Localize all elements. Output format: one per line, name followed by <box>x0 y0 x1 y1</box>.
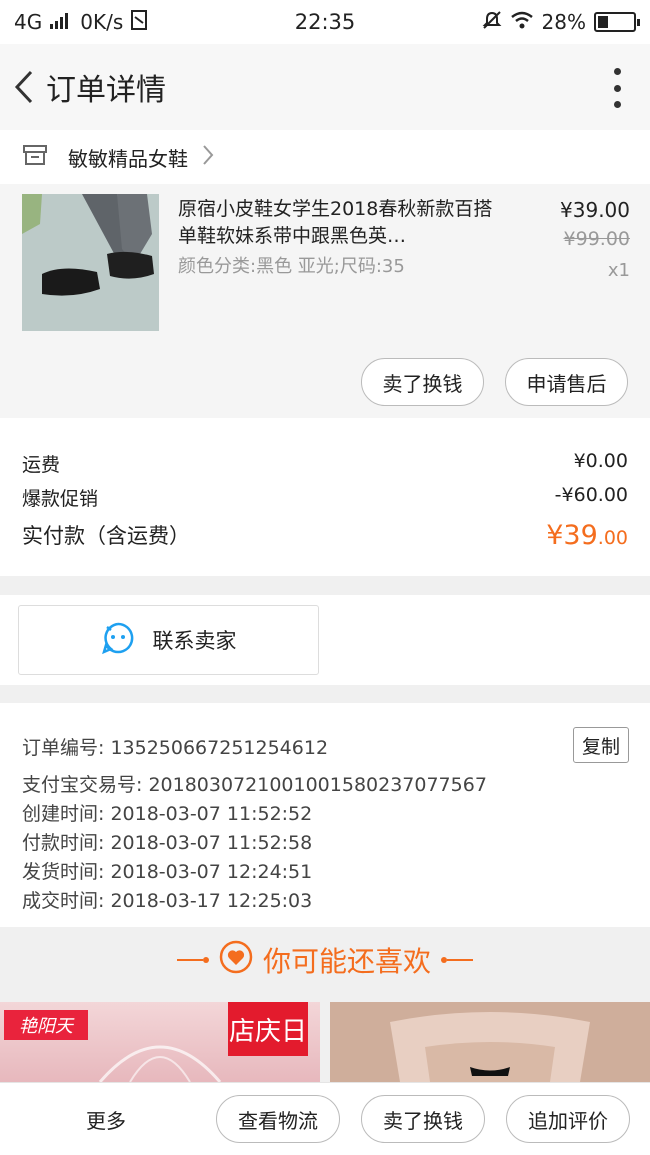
heart-icon <box>219 940 253 981</box>
network-indicator: 4G <box>14 10 43 34</box>
back-arrow-icon <box>14 70 33 104</box>
divider-right <box>441 957 473 963</box>
shop-row[interactable]: 敏敏精品女鞋 <box>0 130 650 184</box>
total-decimal: .00 <box>597 527 628 549</box>
more-link[interactable]: 更多 <box>86 1105 126 1134</box>
shipping-row: 运费 ¥0.00 <box>22 450 628 477</box>
alipay-trade-number: 支付宝交易号: 2018030721001001580237077567 <box>22 774 487 796</box>
battery-icon <box>594 12 640 32</box>
product-photo <box>330 1002 650 1082</box>
divider-left <box>176 957 209 963</box>
recommend-title: 你可能还喜欢 <box>262 945 431 978</box>
wifi-icon <box>510 10 534 34</box>
bottom-action-bar: 更多 查看物流 卖了换钱 追加评价 <box>0 1082 650 1155</box>
brand-logo: 艳阳天 <box>4 1010 88 1040</box>
promo-row: 爆款促销 -¥60.00 <box>22 484 628 511</box>
contact-seller-button[interactable]: 联系卖家 <box>18 605 319 675</box>
total-currency: ¥ <box>546 520 564 551</box>
chevron-right-icon <box>202 144 214 170</box>
product-name[interactable]: 原宿小皮鞋女学生2018春秋新款百搭单鞋软妹系带中跟黑色英… <box>178 196 498 250</box>
signal-icon <box>50 10 72 34</box>
sim-icon <box>131 9 148 35</box>
mute-icon <box>482 10 502 35</box>
back-button[interactable] <box>2 44 46 130</box>
contact-section: 联系卖家 <box>0 595 650 685</box>
product-price: ¥39.00 <box>560 198 630 222</box>
more-menu-button[interactable] <box>612 68 622 108</box>
total-amount: ¥39.00 <box>546 520 628 551</box>
total-integer: 39 <box>563 520 598 551</box>
apply-after-sale-button[interactable]: 申请售后 <box>505 358 628 406</box>
network-speed: 0K/s <box>80 10 124 34</box>
order-info: 订单编号: 135250667251254612 复制 支付宝交易号: 2018… <box>0 703 650 927</box>
shop-name: 敏敏精品女鞋 <box>68 146 188 171</box>
view-logistics-button[interactable]: 查看物流 <box>216 1095 340 1143</box>
dot <box>613 101 621 108</box>
add-review-button[interactable]: 追加评价 <box>506 1095 630 1143</box>
recommend-item[interactable] <box>330 1002 650 1082</box>
nav-bar: 订单详情 <box>0 44 650 130</box>
shipping-label: 运费 <box>22 454 61 476</box>
store-icon <box>22 143 48 171</box>
shipping-value: ¥0.00 <box>573 450 628 472</box>
status-bar: 4G 0K/s 22:35 28% <box>0 0 650 44</box>
created-time: 创建时间: 2018-03-07 11:52:52 <box>22 803 313 825</box>
page-title: 订单详情 <box>46 73 166 108</box>
promo-label: 爆款促销 <box>22 488 99 510</box>
recommend-item[interactable]: 艳阳天 店庆日 <box>0 1002 320 1082</box>
total-label: 实付款（含运费） <box>22 524 190 548</box>
completed-time: 成交时间: 2018-03-17 12:25:03 <box>22 890 313 912</box>
product-original-price: ¥99.00 <box>563 228 630 250</box>
total-row: 实付款（含运费） ¥39.00 <box>22 520 628 551</box>
shipped-time: 发货时间: 2018-03-07 12:24:51 <box>22 861 313 883</box>
product-item: 原宿小皮鞋女学生2018春秋新款百搭单鞋软妹系带中跟黑色英… 颜色分类:黑色 亚… <box>0 184 650 418</box>
sell-for-cash-bottom-button[interactable]: 卖了换钱 <box>361 1095 485 1143</box>
copy-button[interactable]: 复制 <box>573 727 629 763</box>
fee-summary: 运费 ¥0.00 爆款促销 -¥60.00 实付款（含运费） ¥39.00 <box>0 418 650 576</box>
dot <box>613 84 621 92</box>
promo-badge: 店庆日 <box>228 1002 308 1056</box>
recommend-header: 你可能还喜欢 <box>0 927 650 993</box>
promo-value: -¥60.00 <box>554 484 628 506</box>
battery-percent: 28% <box>541 10 586 34</box>
sell-for-cash-button[interactable]: 卖了换钱 <box>361 358 484 406</box>
product-sku: 颜色分类:黑色 亚光;尺码:35 <box>178 256 405 277</box>
product-quantity: x1 <box>607 260 630 281</box>
clock: 22:35 <box>294 10 356 34</box>
contact-seller-label: 联系卖家 <box>152 629 237 653</box>
paid-time: 付款时间: 2018-03-07 11:52:58 <box>22 832 313 854</box>
product-image[interactable] <box>22 194 159 331</box>
dot <box>613 68 621 75</box>
order-number: 订单编号: 135250667251254612 <box>22 737 329 759</box>
battery-fill <box>598 16 608 28</box>
chat-bubble-icon <box>101 621 135 660</box>
